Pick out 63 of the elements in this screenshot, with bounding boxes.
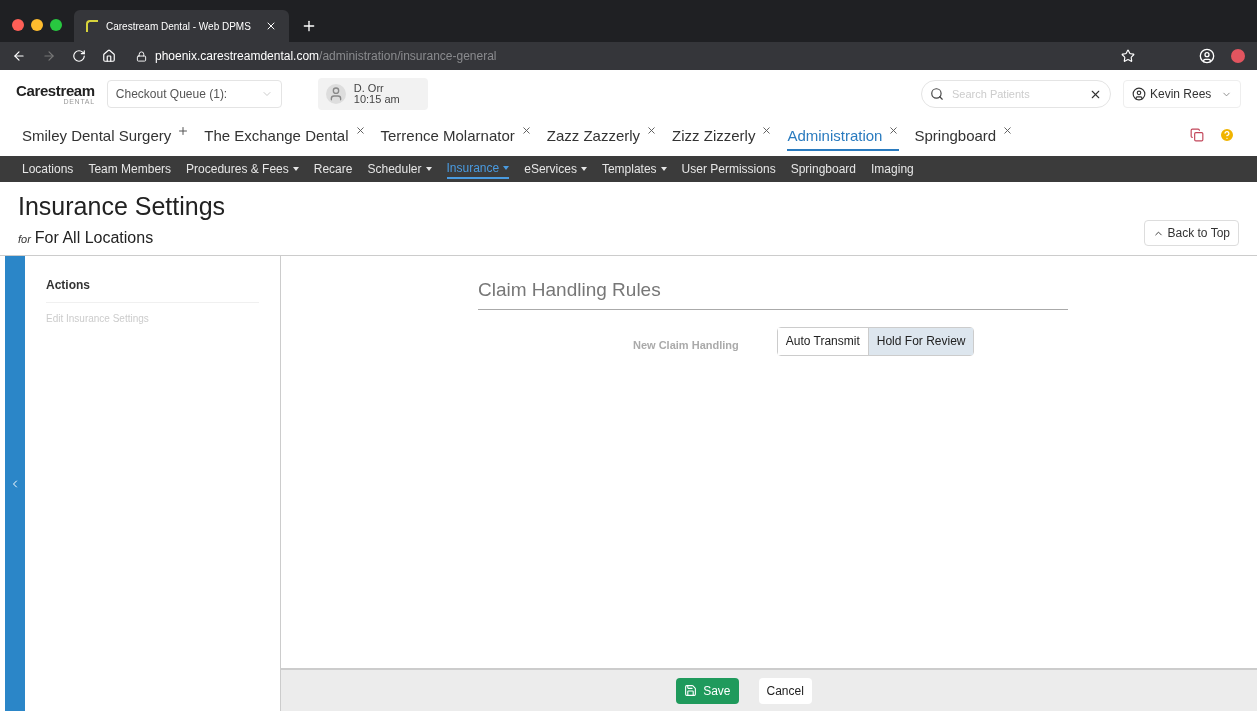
nav-menu-item[interactable]: Procedures & Fees xyxy=(186,160,299,178)
workspace-tab[interactable]: Zazz Zazzerly xyxy=(546,119,658,151)
url-text: phoenix.carestreamdental.com/administration/insurance-general xyxy=(155,48,497,65)
provider-name: D. Orr xyxy=(353,83,385,94)
reload-icon[interactable] xyxy=(72,49,86,63)
caret-icon xyxy=(425,167,432,171)
caret-icon xyxy=(503,166,510,170)
workspace-tab[interactable]: Smiley Dental Surgery xyxy=(22,119,190,151)
nav-menu-item[interactable]: Templates xyxy=(601,160,667,178)
avatar-icon xyxy=(325,84,346,104)
close-icon[interactable] xyxy=(520,125,532,136)
extension-icon[interactable] xyxy=(1231,49,1245,63)
caret-icon xyxy=(292,167,299,171)
nav-menu-item[interactable]: Locations xyxy=(22,160,74,178)
workspace-tab[interactable]: Administration xyxy=(787,119,900,151)
workspace-tab[interactable]: Terrence Molarnator xyxy=(380,119,532,151)
home-icon[interactable] xyxy=(102,49,116,63)
workspace-tab[interactable]: Springboard xyxy=(914,119,1014,151)
sidebar-heading: Actions xyxy=(46,276,259,303)
nav-menu-item[interactable]: Insurance xyxy=(446,159,510,179)
nav-menu-item[interactable]: Scheduler xyxy=(367,160,432,178)
save-button[interactable]: Save xyxy=(676,677,739,704)
close-icon[interactable] xyxy=(354,125,366,136)
caret-icon xyxy=(660,167,667,171)
nav-menu-item[interactable]: User Permissions xyxy=(681,160,776,178)
cancel-button[interactable]: Cancel xyxy=(758,677,812,704)
nav-menu-item[interactable]: Springboard xyxy=(790,160,857,178)
close-icon[interactable] xyxy=(888,125,900,136)
caret-icon xyxy=(580,167,587,171)
tab-favicon-icon xyxy=(86,20,98,32)
section-title: Claim Handling Rules xyxy=(478,276,1068,310)
page-title: Insurance Settings xyxy=(18,190,227,222)
save-icon xyxy=(684,684,698,697)
lock-icon xyxy=(136,50,147,62)
nav-menu-item[interactable]: Recare xyxy=(313,160,353,178)
location-scope: For All Locations xyxy=(34,228,154,248)
workspace-tab[interactable]: The Exchange Dental xyxy=(204,119,366,151)
add-icon[interactable] xyxy=(177,125,190,137)
new-tab-icon[interactable] xyxy=(301,18,317,34)
user-icon xyxy=(1132,87,1146,101)
close-icon[interactable] xyxy=(646,125,658,136)
back-to-top-button[interactable]: Back to Top xyxy=(1143,220,1239,246)
close-icon[interactable] xyxy=(1002,125,1014,136)
provider-time: 10:15 am xyxy=(353,94,400,105)
segmented-option[interactable]: Hold For Review xyxy=(867,327,974,355)
field-label: New Claim Handling xyxy=(633,337,739,353)
for-prefix: for xyxy=(18,232,31,247)
windows-icon[interactable] xyxy=(1190,128,1204,142)
bookmark-star-icon[interactable] xyxy=(1121,49,1135,63)
close-tab-icon[interactable] xyxy=(265,20,277,32)
checkout-queue-select[interactable]: Checkout Queue (1): xyxy=(106,80,282,108)
nav-menu-item[interactable]: eServices xyxy=(524,160,587,178)
back-icon[interactable] xyxy=(12,49,26,63)
forward-icon[interactable] xyxy=(42,49,56,63)
browser-tab[interactable]: Carestream Dental - Web DPMS xyxy=(74,10,289,42)
nav-menu-item[interactable]: Imaging xyxy=(871,160,914,178)
workspace-tab[interactable]: Zizz Zizzerly xyxy=(672,119,773,151)
profile-icon[interactable] xyxy=(1199,48,1215,64)
close-icon[interactable] xyxy=(761,125,773,136)
provider-badge[interactable]: D. Orr 10:15 am xyxy=(317,78,428,110)
nav-menu-item[interactable]: Team Members xyxy=(88,160,172,178)
search-icon xyxy=(930,87,944,101)
account-menu-button[interactable]: Kevin Rees xyxy=(1123,80,1241,108)
